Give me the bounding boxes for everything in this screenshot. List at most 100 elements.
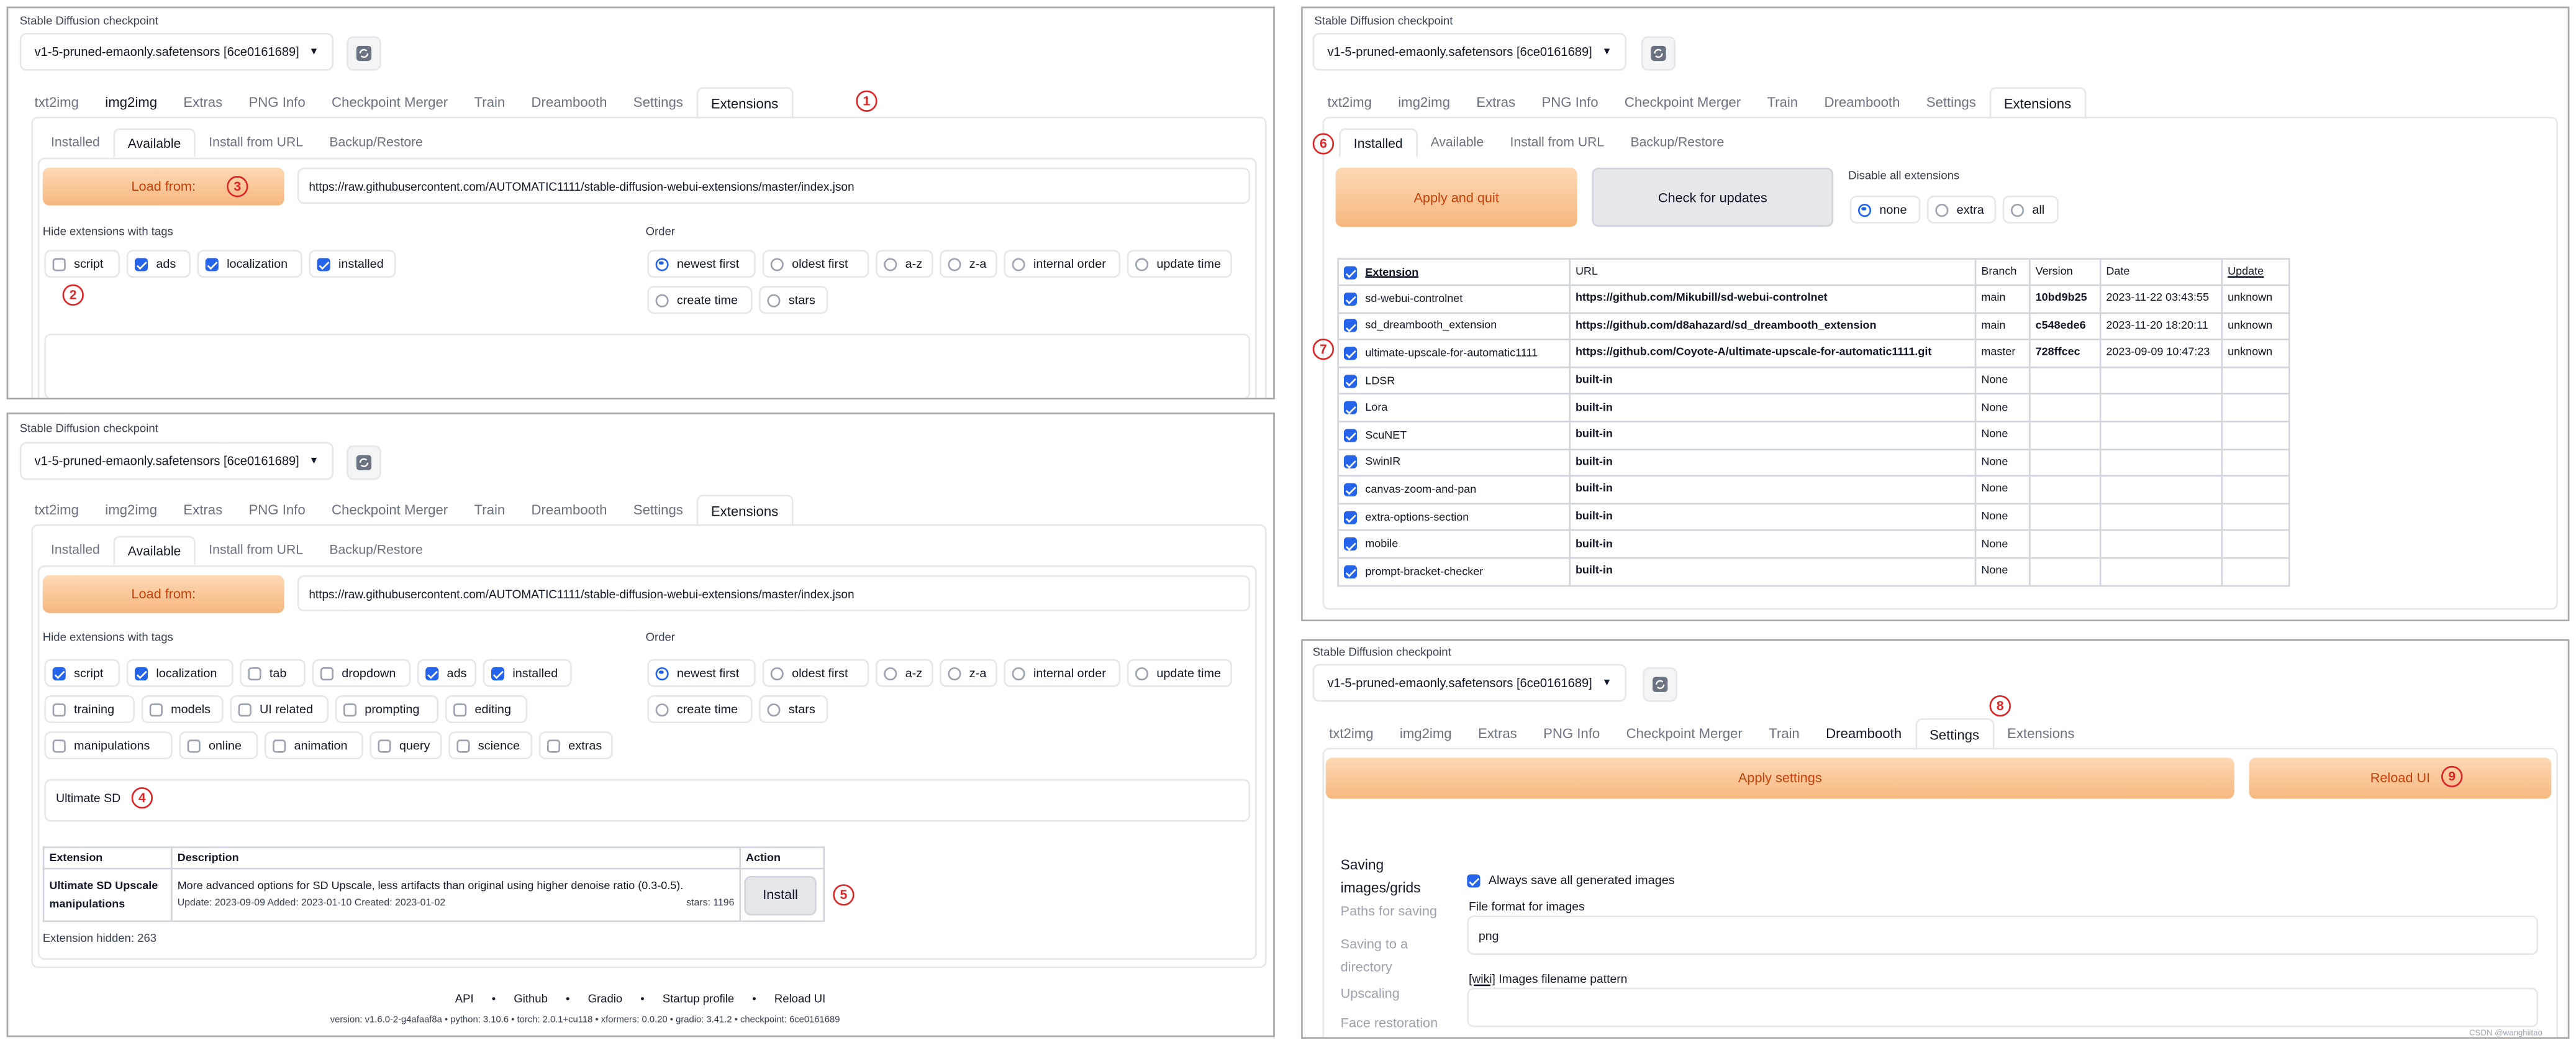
radio-stars[interactable] (767, 702, 781, 716)
tab-checkpoint-merger[interactable]: Checkpoint Merger (1613, 718, 1756, 749)
checkbox-localization[interactable] (134, 666, 148, 680)
order-oldest-first[interactable]: oldest first (762, 659, 869, 687)
checkbox-prompting[interactable] (343, 702, 357, 716)
settings-nav-paths[interactable]: Paths for saving (1341, 904, 1437, 919)
order-stars[interactable]: stars (759, 286, 828, 314)
tab-txt2img[interactable]: txt2img (21, 495, 92, 526)
reload-ui-button[interactable]: Reload UI (2249, 757, 2552, 799)
radio-newest-first[interactable] (655, 257, 669, 271)
search-input[interactable]: Ultimate SD (44, 778, 1251, 822)
tag-script[interactable]: script (44, 659, 120, 687)
tag-training[interactable]: training (44, 695, 135, 723)
checkbox-ads[interactable] (134, 257, 148, 271)
tab-dreambooth[interactable]: Dreambooth (518, 87, 620, 118)
tab-settings[interactable]: Settings (620, 495, 696, 526)
checkbox-ext-enabled[interactable] (1343, 292, 1358, 306)
always-save-option[interactable]: Always save all generated images (1467, 866, 1675, 895)
tab-checkpoint-merger[interactable]: Checkpoint Merger (319, 495, 461, 526)
footer-link-github[interactable]: Github (514, 994, 548, 1006)
settings-nav-saving-dir[interactable]: Saving to a directory (1341, 934, 1440, 980)
settings-nav-face-restoration[interactable]: Face restoration (1341, 1016, 1438, 1031)
radio-a-z[interactable] (884, 257, 897, 271)
tag-online[interactable]: online (179, 731, 258, 760)
checkbox-ext-enabled[interactable] (1343, 374, 1358, 388)
tab-settings[interactable]: Settings (1915, 718, 1994, 750)
radio-stars[interactable] (767, 293, 781, 307)
refresh-button[interactable] (1641, 36, 1676, 71)
footer-link-gradio[interactable]: Gradio (588, 994, 623, 1006)
radio-create-time[interactable] (655, 702, 669, 716)
checkbox-ext-enabled[interactable] (1343, 347, 1358, 360)
settings-nav-saving-images[interactable]: Saving images/grids (1341, 853, 1440, 899)
subtab-available[interactable]: Available (1417, 128, 1497, 158)
order-update-time[interactable]: update time (1127, 250, 1233, 278)
tab-settings[interactable]: Settings (620, 87, 696, 118)
subtab-backup-restore[interactable]: Backup/Restore (1617, 128, 1737, 158)
tag-ads[interactable]: ads (417, 659, 477, 687)
tab-img2img[interactable]: img2img (92, 87, 170, 118)
radio-z-a[interactable] (948, 666, 961, 680)
tab-txt2img[interactable]: txt2img (21, 87, 92, 118)
order-create-time[interactable]: create time (647, 695, 753, 723)
checkbox-installed[interactable] (491, 666, 505, 680)
ext-url-cell[interactable]: built-in (1569, 366, 1977, 395)
tag-science[interactable]: science (448, 731, 533, 760)
radio-internal-order[interactable] (1012, 666, 1025, 680)
tab-img2img[interactable]: img2img (92, 495, 170, 526)
disable-none[interactable]: none (1849, 195, 1921, 224)
checkbox-ext-enabled[interactable] (1343, 537, 1358, 551)
tag-installed[interactable]: installed (483, 659, 572, 687)
order-a-z[interactable]: a-z (875, 250, 933, 278)
checkbox-ext-enabled[interactable] (1343, 483, 1358, 496)
tag-editing[interactable]: editing (445, 695, 528, 723)
settings-nav-upscaling[interactable]: Upscaling (1341, 986, 1400, 1001)
tag-ads[interactable]: ads (126, 250, 191, 278)
checkbox-ext-enabled[interactable] (1343, 455, 1358, 469)
tab-extensions[interactable]: Extensions (1989, 87, 2086, 119)
tab-train[interactable]: Train (1754, 87, 1811, 118)
checkbox-localization[interactable] (205, 257, 219, 271)
checkbox-always-save[interactable] (1467, 874, 1481, 887)
order-create-time[interactable]: create time (647, 286, 753, 314)
tab-png-info[interactable]: PNG Info (235, 87, 318, 118)
refresh-button[interactable] (347, 445, 381, 480)
tag-script[interactable]: script (44, 250, 120, 278)
checkbox-dropdown[interactable] (320, 666, 334, 680)
subtab-backup-restore[interactable]: Backup/Restore (316, 536, 436, 565)
ext-url-cell[interactable]: built-in (1569, 448, 1977, 477)
tab-img2img[interactable]: img2img (1387, 718, 1465, 749)
checkbox-select-all[interactable] (1343, 265, 1358, 279)
wiki-link[interactable]: [wiki] (1469, 971, 1495, 986)
checkbox-ext-enabled[interactable] (1343, 428, 1358, 442)
disable-all[interactable]: all (2002, 195, 2059, 224)
filename-pattern-input[interactable] (1467, 987, 2539, 1028)
checkbox-training[interactable] (52, 702, 66, 716)
tag-models[interactable]: models (141, 695, 224, 723)
checkbox-query[interactable] (378, 739, 391, 752)
order-newest-first[interactable]: newest first (647, 250, 756, 278)
checkpoint-dropdown[interactable]: v1-5-pruned-emaonly.safetensors [6ce0161… (1312, 32, 1626, 71)
file-format-input[interactable]: png (1467, 915, 2539, 955)
tab-extras[interactable]: Extras (1463, 87, 1528, 118)
checkbox-ext-enabled[interactable] (1343, 401, 1358, 415)
index-url-input[interactable]: https://raw.githubusercontent.com/AUTOMA… (297, 167, 1251, 204)
footer-link-startup-profile[interactable]: Startup profile (663, 994, 734, 1006)
checkbox-script[interactable] (52, 666, 66, 680)
order-oldest-first[interactable]: oldest first (762, 250, 869, 278)
refresh-button[interactable] (347, 36, 381, 71)
tab-txt2img[interactable]: txt2img (1314, 87, 1385, 118)
ext-url-cell[interactable]: https://github.com/Coyote-A/ultimate-ups… (1569, 339, 1977, 368)
order-a-z[interactable]: a-z (875, 659, 933, 687)
subtab-install-from-url[interactable]: Install from URL (196, 128, 316, 158)
tab-png-info[interactable]: PNG Info (1528, 87, 1611, 118)
ext-url-cell[interactable]: built-in (1569, 502, 1977, 532)
radio-newest-first[interactable] (655, 666, 669, 680)
checkbox-online[interactable] (187, 739, 201, 752)
tab-checkpoint-merger[interactable]: Checkpoint Merger (1612, 87, 1754, 118)
ext-url-cell[interactable]: built-in (1569, 393, 1977, 422)
tab-dreambooth[interactable]: Dreambooth (518, 495, 620, 526)
checkbox-extras[interactable] (546, 739, 561, 752)
checkbox-ads[interactable] (425, 666, 439, 680)
tab-train[interactable]: Train (461, 495, 518, 526)
radio-a-z[interactable] (884, 666, 897, 680)
